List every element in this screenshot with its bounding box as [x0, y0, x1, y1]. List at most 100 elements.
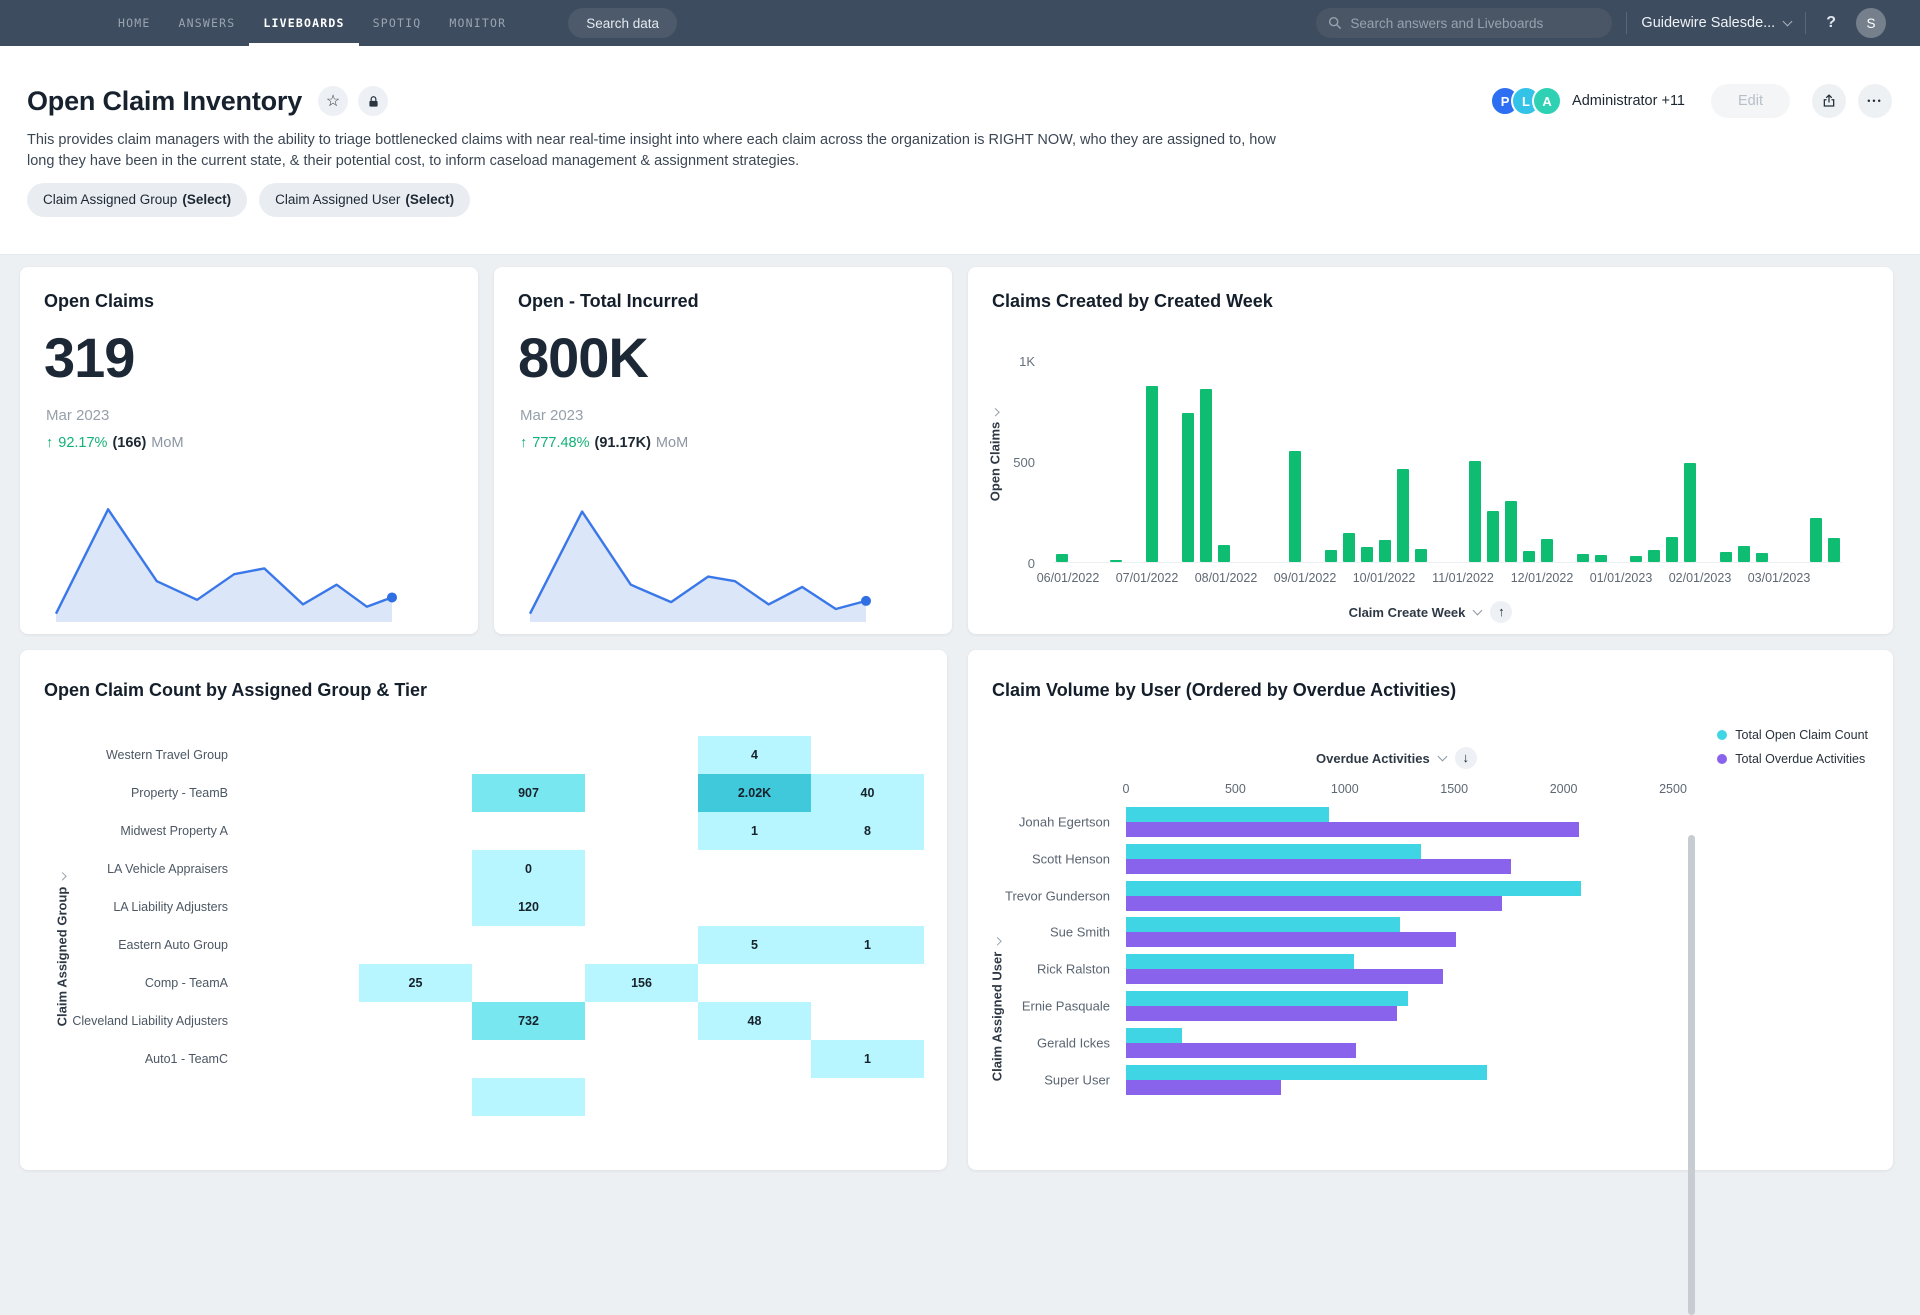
- bar-total-overdue-activities[interactable]: [1126, 1006, 1397, 1021]
- bar-total-overdue-activities[interactable]: [1126, 969, 1443, 984]
- week-bar[interactable]: [1218, 545, 1230, 562]
- nav-tab-spotiq[interactable]: SPOTIQ: [359, 0, 436, 46]
- week-bar-slot: [1179, 361, 1197, 562]
- heat-cell[interactable]: 25: [359, 964, 472, 1002]
- heat-cell[interactable]: 120: [472, 888, 585, 926]
- y-tick: 500: [998, 455, 1035, 470]
- heatmap-row-label: Auto1 - TeamC: [44, 1040, 228, 1078]
- heat-cell[interactable]: 1: [811, 1040, 924, 1078]
- bar-total-overdue-activities[interactable]: [1126, 822, 1579, 837]
- week-bar[interactable]: [1361, 547, 1373, 562]
- heat-cell[interactable]: 156: [585, 964, 698, 1002]
- sort-ascending-button[interactable]: ↑: [1490, 601, 1512, 623]
- week-bar[interactable]: [1577, 554, 1589, 562]
- nav-tab-home[interactable]: HOME: [104, 0, 165, 46]
- week-bar[interactable]: [1343, 533, 1355, 562]
- heat-cell[interactable]: 40: [811, 774, 924, 812]
- nav-tab-monitor[interactable]: MONITOR: [435, 0, 520, 46]
- author-avatar-stack[interactable]: PLA: [1490, 86, 1562, 116]
- week-bar[interactable]: [1379, 540, 1391, 562]
- org-switcher[interactable]: Guidewire Salesde...: [1641, 15, 1791, 31]
- week-bar-slot: [1071, 361, 1089, 562]
- bar-total-open-claim-count[interactable]: [1126, 1028, 1182, 1043]
- lock-button[interactable]: [358, 86, 388, 116]
- week-bar[interactable]: [1146, 386, 1158, 562]
- sort-descending-button[interactable]: ↓: [1455, 747, 1477, 769]
- filter-state: (Select): [405, 192, 454, 207]
- week-bar[interactable]: [1828, 538, 1840, 562]
- week-bar[interactable]: [1182, 413, 1194, 562]
- user-avatar[interactable]: S: [1856, 8, 1886, 38]
- week-bar[interactable]: [1595, 555, 1607, 562]
- user-bar-group: Sue Smith: [968, 917, 1893, 947]
- author-avatar-a[interactable]: A: [1532, 86, 1562, 116]
- heat-cell[interactable]: 1: [698, 812, 811, 850]
- bar-total-overdue-activities[interactable]: [1126, 896, 1502, 911]
- week-bar[interactable]: [1397, 469, 1409, 562]
- heat-cell[interactable]: 907: [472, 774, 585, 812]
- heat-cell[interactable]: 5: [698, 926, 811, 964]
- x-axis-label-dropdown[interactable]: Claim Create Week: [1349, 605, 1466, 620]
- legend-item-1[interactable]: Total Overdue Activities: [1717, 752, 1865, 766]
- week-bar[interactable]: [1648, 550, 1660, 562]
- heat-cell[interactable]: 48: [698, 1002, 811, 1040]
- y-axis-label-dropdown[interactable]: Claim Assigned User: [990, 939, 1005, 1082]
- global-search-input[interactable]: Search answers and Liveboards: [1316, 8, 1612, 38]
- favorite-star-button[interactable]: ☆: [318, 86, 348, 116]
- week-bar[interactable]: [1110, 560, 1122, 562]
- week-bar[interactable]: [1289, 451, 1301, 562]
- bar-total-open-claim-count[interactable]: [1126, 807, 1329, 822]
- week-bar[interactable]: [1469, 461, 1481, 562]
- bar-total-open-claim-count[interactable]: [1126, 881, 1581, 896]
- week-bar[interactable]: [1684, 463, 1696, 562]
- bar-total-open-claim-count[interactable]: [1126, 1065, 1487, 1080]
- heat-cell[interactable]: 732: [472, 1002, 585, 1040]
- legend-item-0[interactable]: Total Open Claim Count: [1717, 728, 1868, 742]
- heat-cell[interactable]: 4: [698, 736, 811, 774]
- bar-total-overdue-activities[interactable]: [1126, 1080, 1281, 1095]
- share-button[interactable]: [1812, 84, 1846, 118]
- week-bar[interactable]: [1200, 389, 1212, 562]
- search-data-button[interactable]: Search data: [568, 8, 677, 38]
- heat-cell[interactable]: 1: [811, 926, 924, 964]
- x-tick-label: 0: [1123, 782, 1130, 796]
- bar-total-overdue-activities[interactable]: [1126, 859, 1511, 874]
- chevron-down-icon: [1783, 16, 1793, 26]
- help-button[interactable]: ?: [1820, 13, 1842, 33]
- week-bar[interactable]: [1415, 549, 1427, 562]
- week-bar-slot: [1412, 361, 1430, 562]
- week-bar[interactable]: [1720, 552, 1732, 562]
- week-bar[interactable]: [1738, 546, 1750, 562]
- week-bar[interactable]: [1325, 550, 1337, 562]
- week-bar[interactable]: [1810, 518, 1822, 562]
- heat-cell[interactable]: 0: [472, 850, 585, 888]
- week-bar[interactable]: [1666, 537, 1678, 562]
- heat-cell[interactable]: [472, 1078, 585, 1116]
- nav-tab-answers[interactable]: ANSWERS: [165, 0, 250, 46]
- week-bar[interactable]: [1541, 539, 1553, 562]
- bar-total-open-claim-count[interactable]: [1126, 844, 1421, 859]
- sort-field-dropdown[interactable]: Overdue Activities: [1316, 751, 1430, 766]
- edit-button[interactable]: Edit: [1711, 84, 1790, 118]
- week-bar[interactable]: [1487, 511, 1499, 563]
- week-bar-slot: [1125, 361, 1143, 562]
- week-bar[interactable]: [1523, 551, 1535, 562]
- bar-total-overdue-activities[interactable]: [1126, 932, 1456, 947]
- week-bar[interactable]: [1630, 556, 1642, 562]
- bar-total-open-claim-count[interactable]: [1126, 917, 1400, 932]
- filter-chip-assigned-group[interactable]: Claim Assigned Group(Select): [27, 183, 247, 217]
- week-bar[interactable]: [1756, 553, 1768, 562]
- nav-tab-liveboards[interactable]: LIVEBOARDS: [249, 0, 358, 46]
- week-bar-slot: [1268, 361, 1286, 562]
- bar-total-open-claim-count[interactable]: [1126, 991, 1408, 1006]
- more-button[interactable]: •••: [1858, 84, 1892, 118]
- bar-total-open-claim-count[interactable]: [1126, 954, 1354, 969]
- filter-chip-assigned-user[interactable]: Claim Assigned User(Select): [259, 183, 470, 217]
- page-title: Open Claim Inventory: [27, 86, 302, 117]
- heat-cell[interactable]: 8: [811, 812, 924, 850]
- week-bar[interactable]: [1505, 501, 1517, 562]
- chart-scrollbar[interactable]: [1688, 835, 1695, 1315]
- week-bar[interactable]: [1056, 554, 1068, 562]
- heat-cell[interactable]: 2.02K: [698, 774, 811, 812]
- bar-total-overdue-activities[interactable]: [1126, 1043, 1356, 1058]
